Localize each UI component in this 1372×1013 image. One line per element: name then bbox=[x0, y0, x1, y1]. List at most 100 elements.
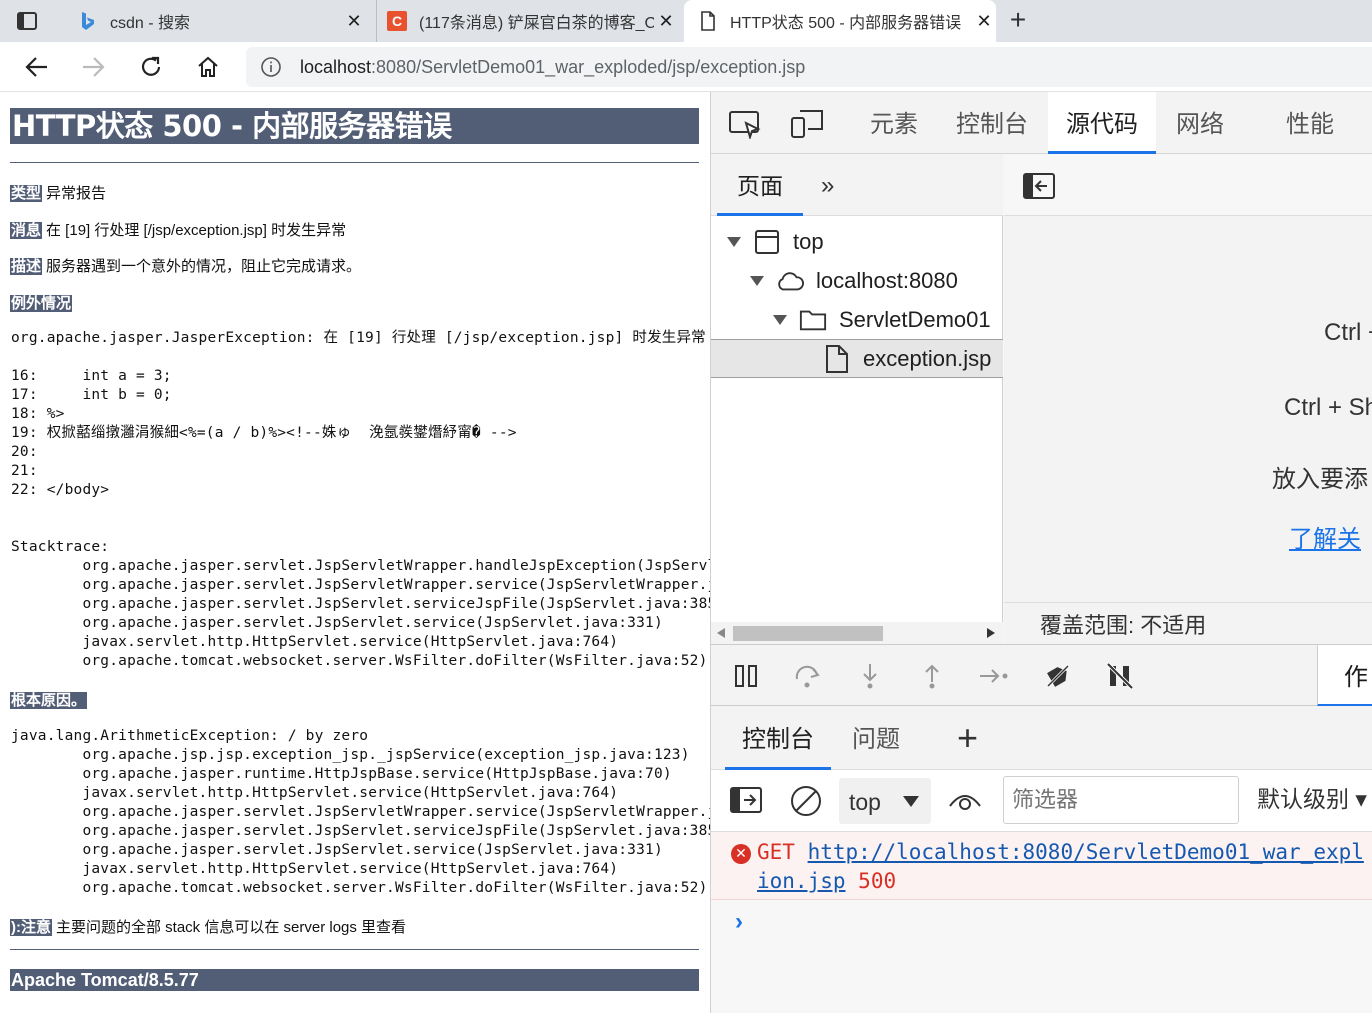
scrollbar-thumb[interactable] bbox=[733, 626, 883, 641]
expand-triangle-icon[interactable] bbox=[750, 275, 764, 286]
page-icon bbox=[698, 11, 718, 31]
error-icon: ✕ bbox=[731, 844, 751, 864]
refresh-icon[interactable] bbox=[136, 52, 166, 82]
context-value: top bbox=[849, 789, 881, 815]
server-footer: Apache Tomcat/8.5.77 bbox=[10, 969, 699, 991]
log-level-dropdown[interactable]: 默认级别 ▾ bbox=[1257, 780, 1367, 814]
close-tab-icon[interactable]: ✕ bbox=[972, 11, 996, 32]
url-text: localhost:8080/ServletDemo01_war_explode… bbox=[300, 57, 805, 78]
tree-item-file[interactable]: exception.jsp bbox=[711, 339, 1003, 378]
step-into-icon[interactable] bbox=[853, 659, 887, 693]
tree-item-folder[interactable]: ServletDemo01 bbox=[711, 300, 1003, 339]
navigator-scrollbar[interactable] bbox=[711, 622, 1003, 644]
step-out-icon[interactable] bbox=[915, 659, 949, 693]
browser-tab-csdn-search[interactable]: csdn - 搜索 ✕ bbox=[66, 0, 366, 42]
note-label: ):注意 bbox=[10, 919, 52, 936]
navigator-tabs: 页面 » bbox=[711, 154, 1003, 216]
show-sidebar-icon[interactable] bbox=[729, 786, 763, 814]
exception-heading: 例外情况 bbox=[10, 292, 76, 313]
tab-console[interactable]: 控制台 bbox=[949, 92, 1035, 154]
divider bbox=[10, 949, 699, 950]
error-page: HTTP状态 500 - 内部服务器错误 类型 异常报告 消息在 [19] 行处理… bbox=[0, 92, 710, 1013]
tree-item-host[interactable]: localhost:8080 bbox=[711, 261, 1003, 300]
browser-tab-csdn-blog[interactable]: C (117条消息) 铲屎官白茶的博客_C ✕ bbox=[376, 0, 678, 42]
site-info-icon[interactable] bbox=[260, 56, 282, 78]
type-row: 类型 异常报告 bbox=[10, 182, 106, 203]
type-label: 类型 bbox=[10, 185, 43, 202]
tab-performance[interactable]: 性能 bbox=[1271, 92, 1349, 154]
expand-triangle-icon[interactable] bbox=[773, 314, 787, 325]
expand-triangle-icon[interactable] bbox=[727, 236, 741, 247]
sources-editor: Ctrl + Ctrl + Sh 放入要添 了解关 bbox=[1004, 154, 1372, 644]
inspect-icon[interactable] bbox=[727, 108, 763, 140]
tree-label: ServletDemo01 bbox=[839, 306, 991, 332]
root-cause-heading: 根本原因。 bbox=[10, 689, 91, 710]
csdn-icon: C bbox=[387, 11, 407, 31]
tab-title: csdn - 搜索 bbox=[110, 15, 191, 32]
drawer-tab-console[interactable]: 控制台 bbox=[725, 706, 831, 770]
error-status: 500 bbox=[858, 869, 897, 893]
url-host: localhost bbox=[300, 56, 372, 77]
address-bar[interactable]: localhost:8080/ServletDemo01_war_explode… bbox=[246, 47, 1372, 87]
drawer-tabs: 控制台 问题 + bbox=[711, 706, 1372, 770]
tab-title: HTTP状态 500 - 内部服务器错误 bbox=[730, 15, 962, 32]
divider bbox=[10, 162, 699, 163]
exception-label: 例外情况 bbox=[10, 295, 73, 312]
type-value: 异常报告 bbox=[46, 185, 107, 202]
tab-scope[interactable]: 作用 bbox=[1317, 645, 1372, 757]
step-icon[interactable] bbox=[977, 659, 1011, 693]
home-icon[interactable] bbox=[193, 52, 223, 82]
close-tab-icon[interactable]: ✕ bbox=[342, 11, 366, 32]
clear-console-icon[interactable] bbox=[789, 784, 823, 818]
devtools-panel: 元素 控制台 源代码 网络 性能 页面 » top localhost:8080… bbox=[710, 92, 1372, 1013]
tab-network[interactable]: 网络 bbox=[1163, 92, 1237, 154]
coverage-status: 覆盖范围: 不适用 bbox=[1004, 602, 1372, 644]
scroll-right-icon[interactable] bbox=[987, 628, 995, 638]
device-toolbar-icon[interactable] bbox=[789, 108, 825, 140]
tab-page[interactable]: 页面 bbox=[717, 154, 803, 216]
more-tabs-icon[interactable]: » bbox=[821, 172, 834, 200]
tab-strip: csdn - 搜索 ✕ C (117条消息) 铲屎官白茶的博客_C ✕ HTTP… bbox=[0, 0, 1372, 42]
error-url-link[interactable]: http://localhost:8080/ServletDemo01_war_… bbox=[808, 840, 1364, 864]
console-prompt-icon[interactable]: › bbox=[735, 908, 743, 936]
tab-sources[interactable]: 源代码 bbox=[1048, 92, 1156, 154]
context-selector[interactable]: top bbox=[839, 778, 931, 824]
root-cause-trace: java.lang.ArithmeticException: / by zero… bbox=[11, 728, 710, 896]
tree-label: top bbox=[793, 228, 824, 254]
tree-item-top[interactable]: top bbox=[711, 222, 1003, 261]
shortcut-hint-1: Ctrl + bbox=[1324, 319, 1372, 346]
new-tab-button[interactable]: + bbox=[1004, 6, 1032, 36]
forward-icon[interactable] bbox=[78, 52, 108, 82]
tree-label: localhost:8080 bbox=[816, 267, 958, 293]
pause-icon[interactable] bbox=[729, 659, 763, 693]
shortcut-hint-2: Ctrl + Sh bbox=[1284, 394, 1372, 421]
browser-tab-active[interactable]: HTTP状态 500 - 内部服务器错误 ✕ bbox=[684, 0, 996, 42]
deactivate-breakpoints-icon[interactable] bbox=[1041, 659, 1075, 693]
live-expression-eye-icon[interactable] bbox=[947, 784, 983, 818]
tab-elements[interactable]: 元素 bbox=[857, 92, 931, 154]
tree-label: exception.jsp bbox=[863, 345, 992, 371]
add-drawer-tab-button[interactable]: + bbox=[957, 720, 978, 756]
console-error-message: ✕ GET http://localhost:8080/ServletDemo0… bbox=[711, 832, 1372, 900]
tab-title: (117条消息) 铲屎官白茶的博客_C bbox=[419, 15, 654, 32]
scroll-left-icon[interactable] bbox=[717, 628, 725, 638]
file-icon bbox=[823, 344, 851, 373]
error-line-1: GET http://localhost:8080/ServletDemo01_… bbox=[757, 840, 1364, 864]
back-icon[interactable] bbox=[22, 52, 52, 82]
close-tab-icon[interactable]: ✕ bbox=[654, 11, 678, 32]
drawer-tab-issues[interactable]: 问题 bbox=[841, 706, 911, 770]
toggle-navigator-icon[interactable] bbox=[1022, 172, 1056, 200]
dropdown-caret-icon bbox=[903, 796, 919, 807]
learn-more-link[interactable]: 了解关 bbox=[1289, 519, 1361, 554]
console-filter-input[interactable] bbox=[1003, 776, 1239, 824]
error-url-link-cont[interactable]: ion.jsp bbox=[757, 869, 846, 893]
tab-actions-icon[interactable] bbox=[14, 9, 40, 33]
url-path: :8080/ServletDemo01_war_exploded/jsp/exc… bbox=[371, 56, 806, 77]
error-method: GET bbox=[757, 840, 795, 864]
step-over-icon[interactable] bbox=[791, 659, 825, 693]
pause-on-exceptions-icon[interactable] bbox=[1103, 659, 1137, 693]
description-row: 描述 服务器遇到一个意外的情况，阻止它完成请求。 bbox=[10, 255, 361, 276]
page-title: HTTP状态 500 - 内部服务器错误 bbox=[10, 108, 699, 144]
root-cause-label: 根本原因。 bbox=[10, 692, 88, 709]
editor-toolbar bbox=[1004, 154, 1372, 216]
